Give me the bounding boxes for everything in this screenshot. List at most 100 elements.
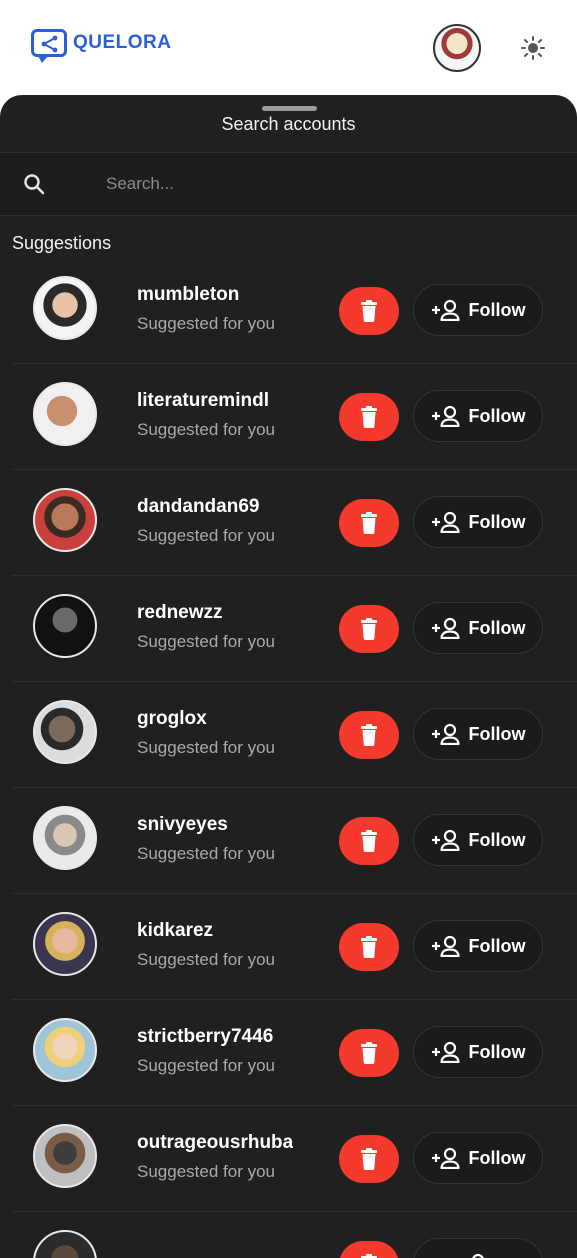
section-title: Suggestions (12, 233, 112, 253)
trash-icon (361, 724, 377, 746)
avatar[interactable] (33, 1124, 97, 1188)
list-item[interactable]: rednewzz Suggested for you Follow (12, 576, 577, 682)
suggestion-subtitle: Suggested for you (137, 314, 275, 333)
trash-icon (361, 1254, 377, 1258)
avatar[interactable] (33, 1018, 97, 1082)
follow-label: Follow (468, 299, 526, 320)
follow-label: Follow (468, 511, 526, 532)
username[interactable]: dandandan69 (137, 496, 259, 518)
list-item[interactable]: strictberry7446 Suggested for you Follow (12, 1000, 577, 1106)
username[interactable]: snivyeyes (137, 814, 228, 836)
follow-label: Follow (468, 935, 526, 956)
add-user-icon (431, 935, 460, 957)
suggestion-subtitle: Suggested for you (137, 1056, 275, 1075)
username[interactable]: mumbleton (137, 284, 239, 306)
suggestion-subtitle: Suggested for you (137, 632, 275, 651)
avatar[interactable] (33, 382, 97, 446)
search-input[interactable] (96, 167, 556, 201)
drag-handle[interactable] (262, 106, 317, 111)
follow-label: Follow (468, 1041, 526, 1062)
remove-suggestion-button[interactable] (339, 817, 399, 865)
add-user-icon (431, 723, 460, 745)
list-item[interactable]: kidkarez Suggested for you Follow (12, 894, 577, 1000)
search-icon[interactable] (22, 172, 46, 201)
add-user-icon (472, 1253, 484, 1258)
suggestion-subtitle: Suggested for you (137, 950, 275, 969)
remove-suggestion-button[interactable] (339, 605, 399, 653)
add-user-icon (431, 511, 460, 533)
search-bar (0, 153, 577, 215)
remove-suggestion-button[interactable] (339, 499, 399, 547)
top-bar: QUELORA (0, 0, 577, 96)
suggestion-subtitle: Suggested for you (137, 420, 275, 439)
list-item[interactable]: outrageousrhuba Suggested for you Follow (12, 1106, 577, 1212)
trash-icon (361, 936, 377, 958)
trash-icon (361, 1148, 377, 1170)
list-item[interactable]: literaturemindl Suggested for you Follow (12, 364, 577, 470)
add-user-icon (431, 299, 460, 321)
follow-label: Follow (468, 829, 526, 850)
remove-suggestion-button[interactable] (339, 393, 399, 441)
follow-button[interactable]: Follow (413, 920, 543, 972)
trash-icon (361, 1042, 377, 1064)
username[interactable]: groglox (137, 708, 207, 730)
suggestion-list: mumbleton Suggested for you Follow liter… (12, 258, 577, 1258)
sheet-title: Search accounts (221, 114, 356, 134)
follow-label: Follow (468, 405, 526, 426)
remove-suggestion-button[interactable] (339, 1029, 399, 1077)
follow-button[interactable]: Follow (413, 1132, 543, 1184)
avatar[interactable] (33, 806, 97, 870)
share-chat-icon (31, 29, 67, 63)
follow-button[interactable]: Follow (413, 708, 543, 760)
suggestion-subtitle: Suggested for you (137, 526, 275, 545)
brand-logo[interactable]: QUELORA (31, 29, 172, 63)
avatar[interactable] (33, 700, 97, 764)
follow-label: Follow (468, 617, 526, 638)
search-accounts-sheet: Search accounts Suggestions mumbleton Su… (0, 95, 577, 1258)
username[interactable]: outrageousrhuba (137, 1132, 293, 1154)
brand-name: QUELORA (73, 32, 172, 53)
add-user-icon (431, 405, 460, 427)
follow-label: Follow (468, 1147, 526, 1168)
username[interactable]: literaturemindl (137, 390, 269, 412)
suggestion-subtitle: Suggested for you (137, 844, 275, 863)
remove-suggestion-button[interactable] (339, 1241, 399, 1258)
avatar[interactable] (33, 912, 97, 976)
sun-icon[interactable] (520, 35, 546, 66)
list-item[interactable]: groglox Suggested for you Follow (12, 682, 577, 788)
avatar[interactable] (33, 1230, 97, 1258)
remove-suggestion-button[interactable] (339, 1135, 399, 1183)
remove-suggestion-button[interactable] (339, 923, 399, 971)
add-user-icon (431, 829, 460, 851)
suggestion-subtitle: Suggested for you (137, 738, 275, 757)
follow-button[interactable] (413, 1238, 543, 1258)
remove-suggestion-button[interactable] (339, 287, 399, 335)
add-user-icon (431, 617, 460, 639)
follow-button[interactable]: Follow (413, 390, 543, 442)
list-item[interactable]: mumbleton Suggested for you Follow (12, 258, 577, 364)
follow-button[interactable]: Follow (413, 496, 543, 548)
follow-button[interactable]: Follow (413, 814, 543, 866)
username[interactable]: strictberry7446 (137, 1026, 273, 1048)
follow-label: Follow (468, 723, 526, 744)
trash-icon (361, 406, 377, 428)
list-item[interactable]: dandandan69 Suggested for you Follow (12, 470, 577, 576)
suggestion-subtitle: Suggested for you (137, 1162, 275, 1181)
trash-icon (361, 618, 377, 640)
avatar[interactable] (33, 488, 97, 552)
divider (0, 215, 577, 216)
list-item[interactable]: snivyeyes Suggested for you Follow (12, 788, 577, 894)
trash-icon (361, 830, 377, 852)
follow-button[interactable]: Follow (413, 284, 543, 336)
list-item[interactable] (12, 1212, 577, 1258)
add-user-icon (431, 1041, 460, 1063)
username[interactable]: kidkarez (137, 920, 213, 942)
avatar[interactable] (33, 276, 97, 340)
username[interactable]: rednewzz (137, 602, 223, 624)
follow-button[interactable]: Follow (413, 602, 543, 654)
trash-icon (361, 300, 377, 322)
remove-suggestion-button[interactable] (339, 711, 399, 759)
avatar[interactable] (33, 594, 97, 658)
user-avatar[interactable] (433, 24, 481, 72)
follow-button[interactable]: Follow (413, 1026, 543, 1078)
